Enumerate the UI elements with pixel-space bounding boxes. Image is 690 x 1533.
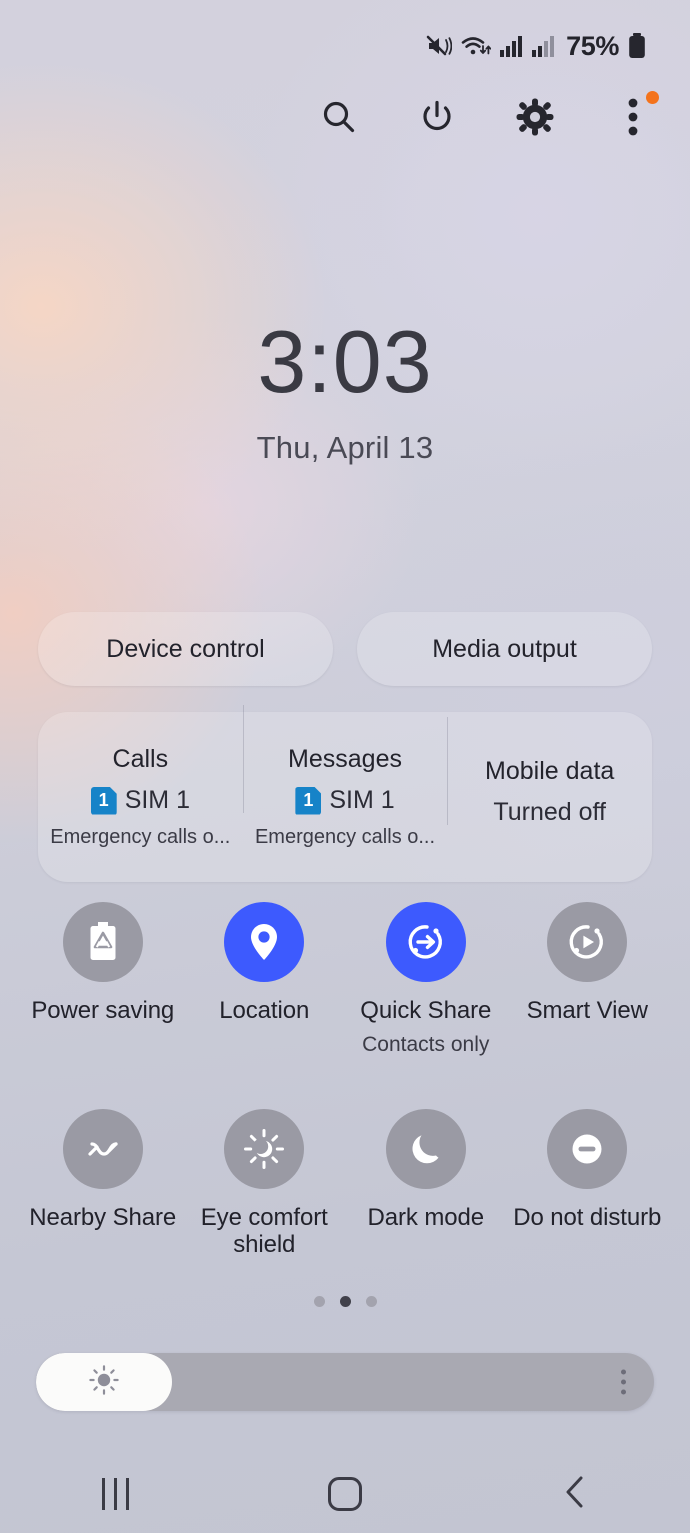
page-dot-2[interactable] <box>339 1296 351 1307</box>
moon-icon <box>385 1108 466 1189</box>
toggle-quick-share[interactable]: Quick Share Contacts only <box>345 898 507 1057</box>
device-control-button[interactable]: Device control <box>38 612 333 686</box>
quick-share-icon <box>385 902 466 982</box>
sun-icon <box>224 1108 305 1189</box>
toggle-eye-comfort-shield[interactable]: Eye comfort shield <box>184 1105 346 1259</box>
battery-icon <box>628 33 646 59</box>
power-button[interactable] <box>414 96 460 142</box>
brightness-sun-icon <box>87 1363 121 1402</box>
clock-widget[interactable]: 3:03 Thu, April 13 <box>0 318 690 466</box>
toggle-nearby-share[interactable]: Nearby Share <box>22 1105 184 1259</box>
quick-toggle-grid: Power saving Location Quick Share Contac… <box>22 898 668 1259</box>
home-button[interactable] <box>230 1477 460 1511</box>
overflow-menu-icon <box>627 98 639 141</box>
recents-icon <box>101 1478 129 1510</box>
sim-column-mobile-data[interactable]: Mobile data Turned off <box>447 716 652 838</box>
toggle-label: Power saving <box>31 997 175 1024</box>
page-dot-3[interactable] <box>365 1296 377 1307</box>
signal-sim1-icon <box>500 35 523 57</box>
power-icon <box>417 97 457 142</box>
sim-badge-icon: 1 <box>295 786 322 815</box>
sim-messages-sub: Emergency calls o... <box>254 826 436 848</box>
sim-messages-value-row: 1 SIM 1 <box>249 786 442 815</box>
more-options-button[interactable] <box>610 91 659 142</box>
brightness-slider-fill[interactable] <box>36 1353 172 1411</box>
sim-calls-value-row: 1 SIM 1 <box>44 786 237 815</box>
gear-icon <box>515 97 555 142</box>
status-bar: 75% <box>0 0 690 92</box>
sim-messages-title: Messages <box>288 745 402 773</box>
mobile-data-value-row: Turned off <box>453 798 646 827</box>
clock-date: Thu, April 13 <box>256 430 434 465</box>
toggle-label: Smart View <box>526 997 648 1024</box>
toggle-label: Dark mode <box>367 1203 485 1231</box>
recents-button[interactable] <box>0 1478 230 1510</box>
toggle-sub: Contacts only <box>362 1032 490 1056</box>
toggle-location[interactable]: Location <box>184 898 346 1057</box>
page-dot-1[interactable] <box>313 1296 325 1307</box>
mobile-data-value: Turned off <box>493 797 606 826</box>
toggle-power-saving[interactable]: Power saving <box>22 898 184 1057</box>
header-icon-row <box>316 91 659 142</box>
toggle-label: Quick Share <box>360 997 492 1024</box>
brightness-slider[interactable] <box>36 1353 654 1411</box>
search-icon <box>319 97 359 142</box>
back-button[interactable] <box>460 1475 690 1514</box>
sim-badge-icon: 1 <box>90 786 117 815</box>
toggle-label: Nearby Share <box>29 1203 177 1231</box>
smart-view-icon <box>547 902 628 982</box>
toggle-label: Location <box>219 997 310 1024</box>
sim-calls-sub: Emergency calls o... <box>50 826 231 848</box>
battery-percent-label: 75% <box>566 30 619 61</box>
brightness-options-button[interactable] <box>621 1369 626 1395</box>
home-icon <box>328 1477 362 1511</box>
sim-calls-value: SIM 1 <box>124 786 190 814</box>
quick-settings-panel: 75% 3:03 Thu, April 13 Device control Me… <box>0 0 690 1533</box>
settings-button[interactable] <box>512 96 558 142</box>
do-not-disturb-icon <box>547 1108 628 1189</box>
sim-status-panel: Calls 1 SIM 1 Emergency calls o... Messa… <box>38 705 652 882</box>
nearby-share-icon <box>62 1108 143 1189</box>
signal-sim2-icon <box>532 35 555 57</box>
sim-column-calls[interactable]: Calls 1 SIM 1 Emergency calls o... <box>38 745 243 849</box>
mute-vibrate-icon <box>426 34 453 58</box>
sim-calls-title: Calls <box>112 745 169 773</box>
sim-messages-value: SIM 1 <box>329 786 395 814</box>
clock-time: 3:03 <box>257 312 433 411</box>
overflow-menu-icon <box>621 1389 626 1395</box>
media-output-button[interactable]: Media output <box>357 612 652 686</box>
battery-saver-icon <box>62 902 143 982</box>
mobile-data-title: Mobile data <box>485 756 615 785</box>
toggle-dark-mode[interactable]: Dark mode <box>345 1105 507 1259</box>
notification-badge-dot <box>646 91 659 104</box>
toggle-do-not-disturb[interactable]: Do not disturb <box>507 1105 669 1259</box>
overflow-menu-icon <box>621 1379 626 1385</box>
toggle-smart-view[interactable]: Smart View <box>507 898 669 1057</box>
back-chevron-icon <box>562 1475 588 1514</box>
search-button[interactable] <box>316 96 362 142</box>
overflow-menu-icon <box>621 1369 626 1375</box>
page-indicator <box>0 1296 690 1307</box>
sim-column-messages[interactable]: Messages 1 SIM 1 Emergency calls o... <box>242 705 448 849</box>
navigation-bar <box>0 1455 690 1533</box>
wifi-icon <box>461 34 492 58</box>
toggle-label: Eye comfort shield <box>200 1203 328 1258</box>
toggle-label: Do not disturb <box>513 1203 662 1231</box>
quick-action-row: Device control Media output <box>38 612 652 686</box>
location-pin-icon <box>224 902 305 982</box>
